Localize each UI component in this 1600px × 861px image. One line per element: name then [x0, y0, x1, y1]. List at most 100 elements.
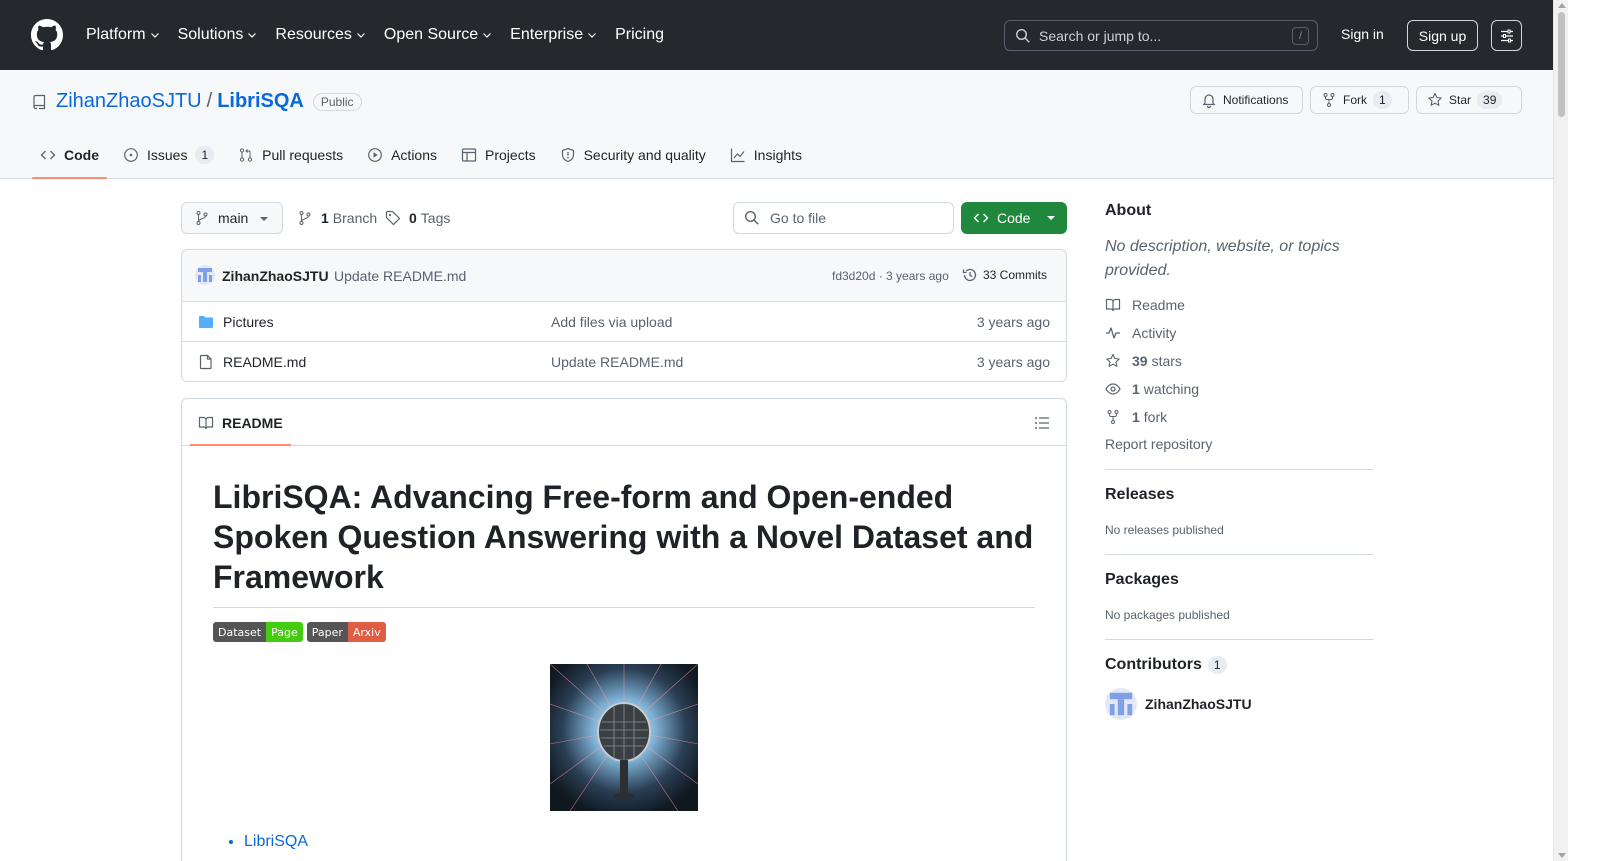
nav-enterprise[interactable]: Enterprise [510, 24, 598, 46]
nav-open-source[interactable]: Open Source [384, 24, 493, 46]
eye-icon [1105, 383, 1121, 395]
notifications-label: Notifications [1223, 93, 1289, 107]
sign-up-button[interactable]: Sign up [1407, 20, 1478, 51]
notifications-button[interactable]: Notifications [1190, 86, 1303, 114]
watching-label: watching [1143, 381, 1200, 397]
sliders-icon [1500, 29, 1513, 42]
github-logo-icon[interactable] [31, 19, 63, 51]
tab-actions[interactable]: Actions [359, 140, 445, 170]
readme-title: LibriSQA: Advancing Free-form and Open-e… [213, 477, 1035, 608]
microphone-hero-image[interactable] [550, 664, 698, 811]
tab-label: Pull requests [262, 147, 344, 163]
repo-sidebar: About No description, website, or topics… [1105, 202, 1373, 720]
file-icon [199, 354, 212, 370]
stars-link[interactable]: 39 stars [1105, 351, 1373, 371]
tab-label: Issues [147, 147, 188, 163]
badge-left: Dataset [213, 622, 267, 642]
tab-code[interactable]: Code [32, 140, 107, 179]
tab-insights[interactable]: Insights [722, 140, 810, 170]
search-shortcut-key: / [1292, 27, 1309, 45]
packages-heading[interactable]: Packages [1105, 571, 1373, 589]
global-header: Platform Solutions Resources Open Source… [0, 0, 1553, 70]
search-icon [744, 210, 759, 225]
commit-message-link[interactable]: Update README.md [334, 268, 466, 284]
activity-link[interactable]: Activity [1105, 323, 1373, 343]
nav-solutions[interactable]: Solutions [178, 24, 259, 46]
nav-pricing[interactable]: Pricing [615, 24, 664, 46]
releases-heading[interactable]: Releases [1105, 486, 1373, 504]
caret-down-icon [260, 217, 268, 221]
file-age: 3 years ago [976, 354, 1050, 370]
search-placeholder: Search or jump to... [1039, 27, 1162, 44]
nav-label: Enterprise [510, 26, 584, 43]
readme-tab-label: README [222, 415, 283, 431]
dataset-page-badge[interactable]: Dataset Page [213, 622, 303, 642]
contributors-count: 1 [1207, 656, 1227, 674]
readme-tab[interactable]: README [190, 415, 291, 446]
code-button-label: Code [997, 210, 1031, 226]
page-scrollbar[interactable] [1553, 0, 1568, 861]
file-commit-message[interactable]: Update README.md [551, 354, 683, 370]
contributors-heading[interactable]: Contributors [1105, 656, 1202, 674]
nav-resources[interactable]: Resources [275, 24, 366, 46]
watching-count: 1 [1132, 381, 1140, 397]
file-commit-message[interactable]: Add files via upload [551, 314, 672, 330]
avatar [1105, 688, 1137, 720]
commits-history-link[interactable]: 33 Commits [962, 267, 1047, 283]
forks-label: fork [1143, 409, 1168, 425]
settings-menu-button[interactable] [1491, 20, 1522, 51]
fork-label: Fork [1343, 93, 1367, 107]
scroll-up-arrow-icon[interactable] [1558, 3, 1566, 8]
scrollbar-thumb[interactable] [1558, 12, 1565, 117]
go-to-file-placeholder: Go to file [770, 210, 827, 226]
nav-platform[interactable]: Platform [86, 24, 161, 46]
table-row[interactable]: Pictures Add files via upload 3 years ag… [182, 302, 1066, 342]
repo-name-link[interactable]: LibriSQA [217, 90, 304, 113]
file-name-link[interactable]: Pictures [223, 314, 274, 330]
branch-selector[interactable]: main [181, 202, 283, 234]
releases-text: No releases published [1105, 523, 1224, 537]
report-repository-link[interactable]: Report repository [1105, 436, 1373, 452]
code-dropdown-button[interactable]: Code [961, 202, 1067, 234]
forks-link[interactable]: 1 fork [1105, 407, 1373, 427]
search-input[interactable]: Search or jump to... / [1004, 20, 1318, 51]
about-heading: About [1105, 202, 1152, 219]
table-row[interactable]: README.md Update README.md 3 years ago [182, 342, 1066, 381]
tab-label: Insights [753, 147, 803, 163]
search-icon [1015, 28, 1030, 43]
tag-count: 0 [409, 210, 417, 226]
tab-label: Projects [485, 147, 536, 163]
branches-link[interactable]: 1 Branch [297, 210, 377, 226]
readme-link[interactable]: Readme [1105, 295, 1373, 315]
paper-arxiv-badge[interactable]: Paper Arxiv [306, 622, 386, 642]
file-name-link[interactable]: README.md [223, 354, 306, 370]
go-to-file-input[interactable]: Go to file [733, 202, 954, 234]
star-button[interactable]: Star 39 [1416, 86, 1522, 114]
tab-label: Actions [391, 147, 438, 163]
play-icon [368, 148, 382, 162]
path-separator: / [206, 90, 213, 112]
activity-link-label: Activity [1132, 325, 1177, 341]
commit-sha-time[interactable]: fd3d20d · 3 years ago [832, 269, 949, 283]
repo-owner-link[interactable]: ZihanZhaoSJTU [56, 90, 202, 113]
toc-link[interactable]: LibriSQA [244, 833, 308, 851]
watchers-link[interactable]: 1 watching [1105, 379, 1373, 399]
sign-in-link[interactable]: Sign in [1341, 26, 1384, 42]
avatar[interactable] [195, 265, 215, 285]
tab-issues[interactable]: Issues 1 [115, 140, 222, 170]
fork-icon [1107, 410, 1119, 424]
list-outline-icon[interactable] [1034, 415, 1050, 431]
scroll-down-arrow-icon[interactable] [1558, 853, 1566, 858]
commit-author-link[interactable]: ZihanZhaoSJTU [222, 268, 329, 284]
commits-count: 33 Commits [983, 268, 1048, 282]
visibility-badge: Public [312, 92, 362, 111]
tags-link[interactable]: 0 Tags [385, 210, 450, 226]
chevron-down-icon [150, 33, 159, 38]
tab-projects[interactable]: Projects [453, 140, 544, 170]
fork-button[interactable]: Fork 1 [1310, 86, 1409, 114]
readme-panel: README LibriSQA: Advancing Free-form and… [181, 398, 1067, 861]
contributor-item[interactable]: ZihanZhaoSJTU [1105, 688, 1373, 720]
tab-pull-requests[interactable]: Pull requests [230, 140, 351, 170]
branch-label: Branch [332, 210, 378, 226]
tab-security[interactable]: Security and quality [552, 140, 714, 170]
